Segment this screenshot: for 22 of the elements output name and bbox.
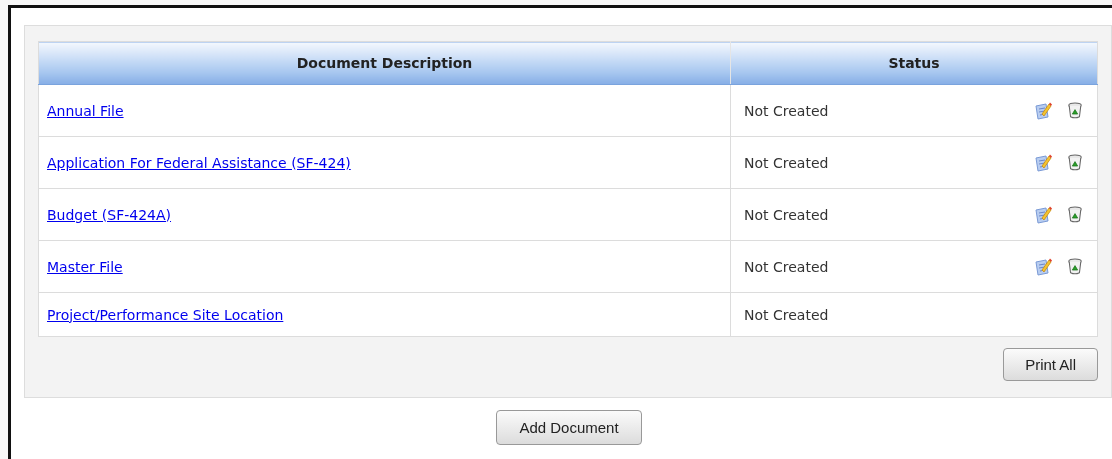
add-document-button[interactable]: Add Document [496,410,642,445]
status-text: Not Created [744,206,829,223]
document-link[interactable]: Master File [47,258,123,275]
edit-icon[interactable] [1033,204,1053,225]
trash-icon[interactable] [1067,153,1083,172]
document-link[interactable]: Application For Federal Assistance (SF-424) [47,154,351,171]
column-header: Document Description [38,41,731,85]
edit-icon[interactable] [1033,256,1053,277]
print-all-button[interactable]: Print All [1003,348,1098,381]
column-header: Status [730,41,1098,85]
trash-icon[interactable] [1067,205,1083,224]
document-link[interactable]: Budget (SF-424A) [47,206,172,223]
status-text: Not Created [744,306,829,323]
edit-icon[interactable] [1033,152,1053,173]
document-link[interactable]: Project/Performance Site Location [47,306,284,323]
trash-icon[interactable] [1067,257,1083,276]
status-text: Not Created [744,102,829,119]
status-text: Not Created [744,258,829,275]
status-text: Not Created [744,154,829,171]
document-link[interactable]: Annual File [47,102,124,119]
trash-icon[interactable] [1067,101,1083,120]
edit-icon[interactable] [1033,100,1053,121]
